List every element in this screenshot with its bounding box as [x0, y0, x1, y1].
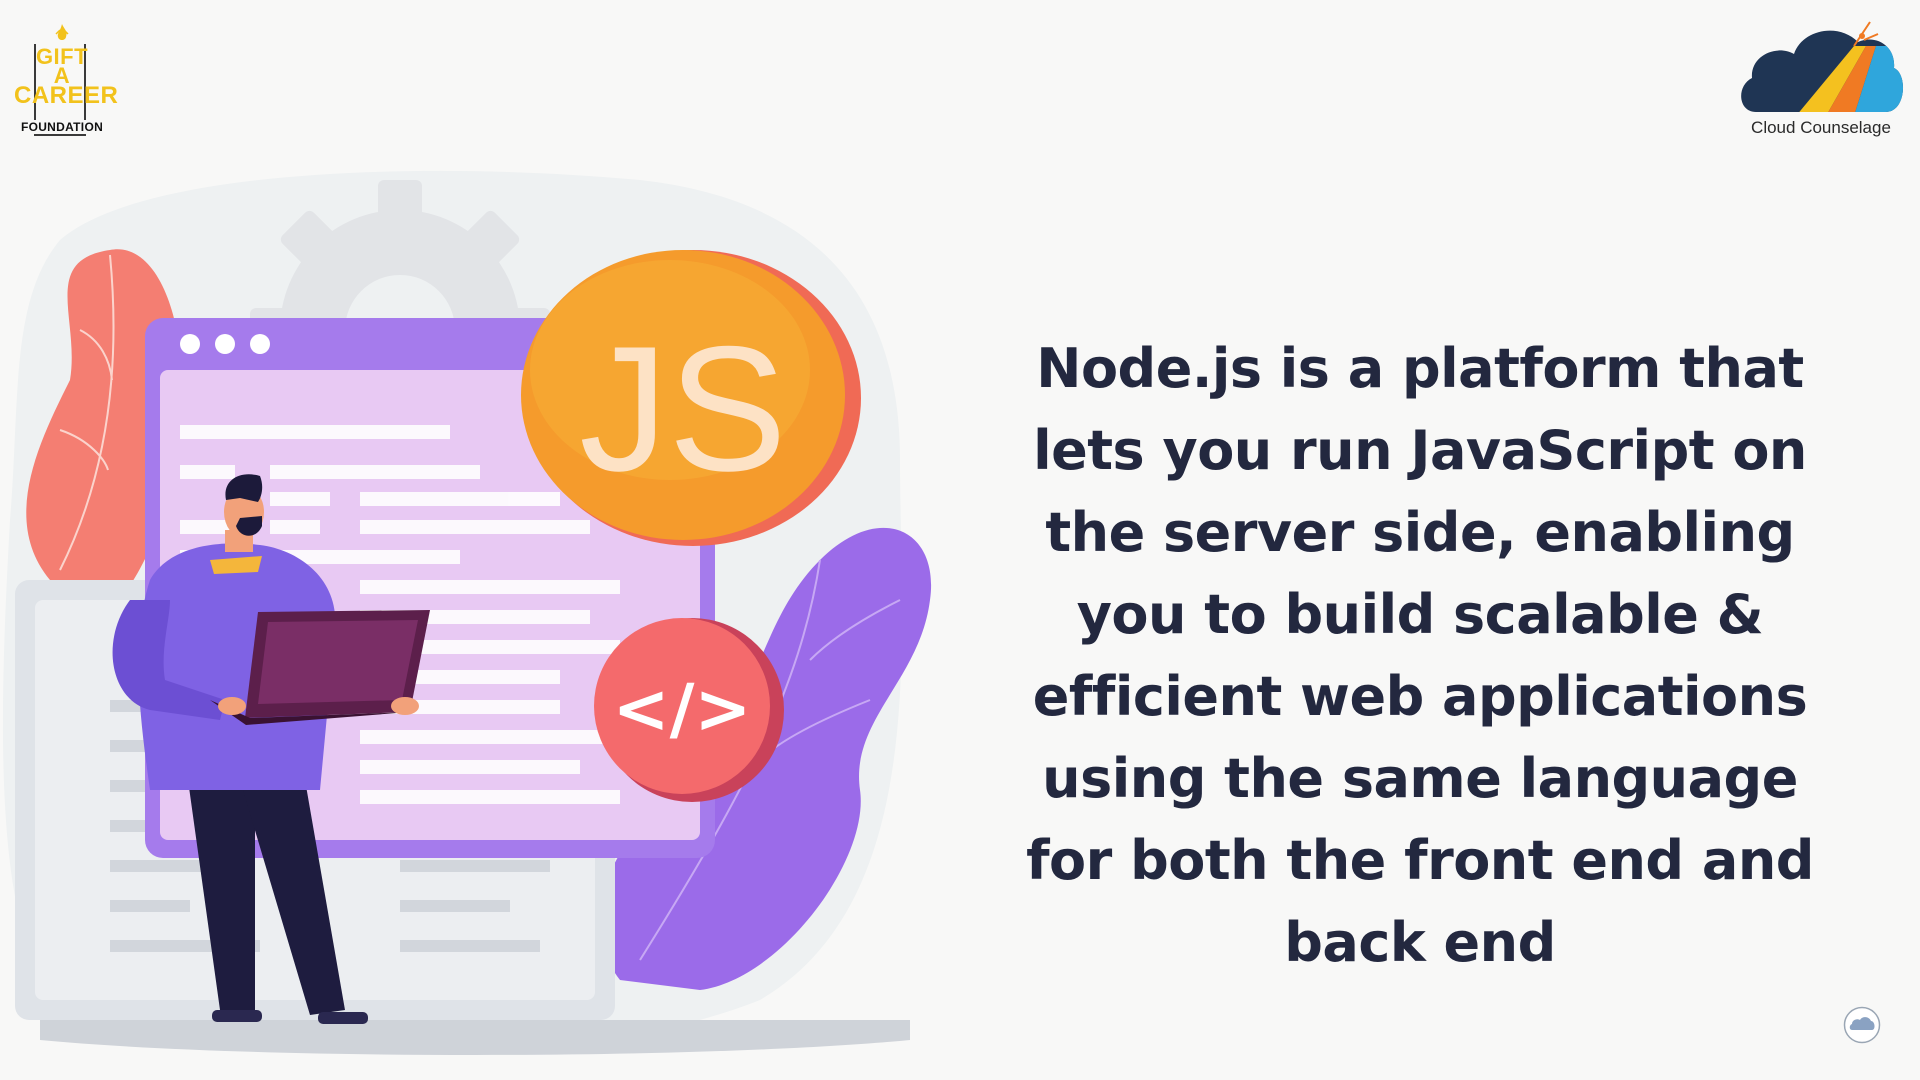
flame-icon — [55, 24, 69, 40]
cloud-counselage-label: Cloud Counselage — [1751, 118, 1891, 137]
nodejs-illustration: JS </> — [2, 170, 932, 1055]
js-badge-label: JS — [579, 309, 787, 508]
cloud-logo-icon — [1741, 21, 1904, 112]
cloud-counselage-logo: Cloud Counselage — [1736, 16, 1906, 146]
code-badge-label: </> — [613, 670, 752, 749]
slide-description: Node.js is a platform that lets you run … — [1026, 337, 1814, 974]
watermark-logo — [1843, 1006, 1881, 1044]
gift-a-career-logo: GIFT A CAREER FOUNDATION — [14, 20, 119, 138]
logo-word-career: CAREER — [14, 82, 119, 109]
logo-foundation-label: FOUNDATION — [14, 120, 110, 134]
